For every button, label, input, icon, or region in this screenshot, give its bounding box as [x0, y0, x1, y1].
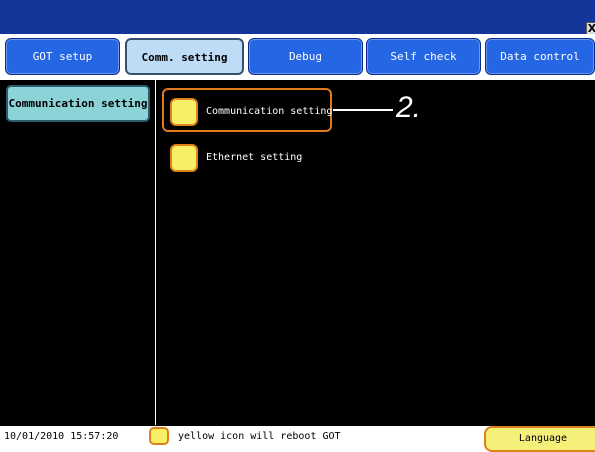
- communication-setting-item[interactable]: Communication setting: [206, 106, 332, 118]
- sidebar: [0, 80, 156, 425]
- title-bar: [0, 0, 595, 34]
- tab-comm-setting[interactable]: Comm. setting: [125, 38, 244, 75]
- callout-line: [333, 109, 393, 111]
- tab-self-check[interactable]: Self check: [366, 38, 481, 75]
- callout-number: 2.: [396, 91, 422, 124]
- tab-got-setup[interactable]: GOT setup: [5, 38, 120, 75]
- reboot-note: yellow icon will reboot GOT: [178, 431, 341, 442]
- language-button[interactable]: Language: [484, 426, 595, 452]
- yellow-square-icon[interactable]: [170, 98, 198, 126]
- yellow-square-icon: [149, 427, 169, 445]
- ethernet-setting-item[interactable]: Ethernet setting: [206, 152, 302, 164]
- sidebar-item-communication-setting[interactable]: Communication setting: [6, 85, 150, 122]
- tab-debug[interactable]: Debug: [248, 38, 363, 75]
- datetime-display: 10/01/2010 15:57:20: [4, 431, 119, 442]
- yellow-square-icon[interactable]: [170, 144, 198, 172]
- tab-data-control[interactable]: Data control: [485, 38, 595, 75]
